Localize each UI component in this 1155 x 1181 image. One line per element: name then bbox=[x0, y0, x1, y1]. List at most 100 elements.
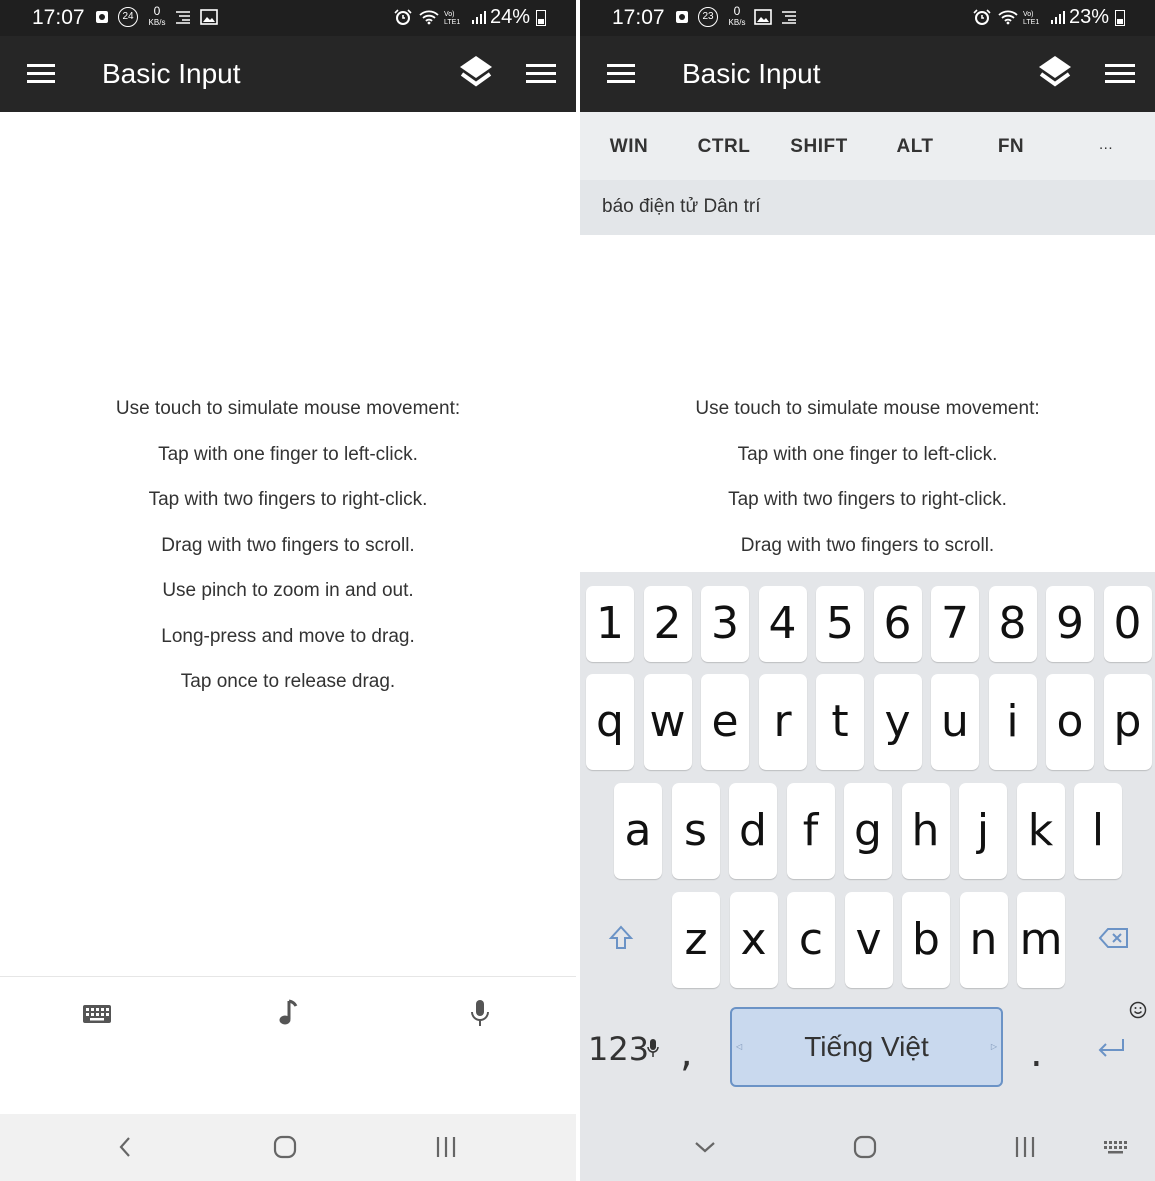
number-key-7[interactable]: 7 bbox=[931, 586, 979, 662]
instruction-line: Tap with two fingers to right-click. bbox=[728, 489, 1007, 510]
signal-icon: Vo)LTE1 bbox=[444, 11, 486, 25]
instruction-line: Use touch to simulate mouse movement: bbox=[115, 398, 461, 419]
phone-screen-right: 17:07 23 0 KB/s Vo) LTE1 23% Basic Input … bbox=[580, 0, 1155, 1181]
options-menu-icon[interactable] bbox=[1105, 64, 1135, 84]
letter-key-h[interactable]: h bbox=[901, 783, 950, 879]
back-icon[interactable] bbox=[110, 1132, 140, 1162]
letter-key-s[interactable]: s bbox=[671, 783, 720, 879]
enter-icon[interactable] bbox=[1095, 1036, 1127, 1062]
text-input-field[interactable]: báo điện tử Dân trí bbox=[580, 180, 1155, 235]
number-key-5[interactable]: 5 bbox=[816, 586, 864, 662]
music-note-icon[interactable] bbox=[268, 997, 308, 1029]
status-bar: 17:07 24 0 KB/s Vo) LTE1 24% bbox=[0, 0, 576, 36]
modifier-alt-button[interactable]: ALT bbox=[875, 136, 955, 158]
modifier-shift-button[interactable]: SHIFT bbox=[779, 136, 859, 158]
number-key-1[interactable]: 1 bbox=[586, 586, 634, 662]
numbers-key[interactable]: 123 bbox=[588, 1030, 649, 1068]
hamburger-menu-icon[interactable] bbox=[607, 64, 635, 84]
recents-icon[interactable] bbox=[1010, 1132, 1040, 1162]
number-key-9[interactable]: 9 bbox=[1046, 586, 1094, 662]
comma-key[interactable]: , bbox=[680, 1030, 693, 1076]
number-key-0[interactable]: 0 bbox=[1103, 586, 1152, 662]
letter-key-n[interactable]: n bbox=[959, 892, 1008, 988]
svg-text:LTE1: LTE1 bbox=[1023, 19, 1039, 25]
letter-key-k[interactable]: k bbox=[1016, 783, 1065, 879]
instruction-line: Drag with two fingers to scroll. bbox=[740, 534, 995, 556]
letter-key-t[interactable]: t bbox=[816, 674, 864, 770]
hamburger-menu-icon[interactable] bbox=[27, 64, 55, 84]
instruction-line: Use touch to simulate mouse movement: bbox=[695, 398, 1040, 419]
letter-key-c[interactable]: c bbox=[787, 892, 835, 988]
space-right-arrow-icon: ▷ bbox=[990, 1042, 997, 1051]
gallery-icon bbox=[200, 9, 218, 25]
microphone-icon[interactable] bbox=[460, 997, 500, 1029]
page-title: Basic Input bbox=[102, 58, 241, 89]
keyboard-icon[interactable] bbox=[77, 997, 117, 1029]
modifier-more-button[interactable]: ... bbox=[1066, 136, 1146, 153]
recents-icon[interactable] bbox=[431, 1132, 461, 1162]
layers-icon[interactable] bbox=[458, 54, 494, 92]
letter-key-w[interactable]: w bbox=[643, 674, 692, 770]
svg-text:LTE1: LTE1 bbox=[444, 19, 460, 25]
space-bar[interactable]: ◁ Tiếng Việt ▷ bbox=[730, 1007, 1003, 1087]
letter-key-j[interactable]: j bbox=[959, 783, 1007, 879]
gallery-icon bbox=[754, 9, 772, 25]
notification-count-badge: 24 bbox=[118, 7, 138, 27]
letter-key-g[interactable]: g bbox=[844, 783, 892, 879]
letter-key-e[interactable]: e bbox=[701, 674, 749, 770]
home-icon[interactable] bbox=[270, 1132, 300, 1162]
letter-key-v[interactable]: v bbox=[844, 892, 893, 988]
letter-key-p[interactable]: p bbox=[1103, 674, 1152, 770]
notification-square-icon bbox=[676, 11, 688, 23]
status-time: 17:07 bbox=[32, 6, 85, 29]
net-speed-unit: KB/s bbox=[728, 18, 746, 27]
number-key-2[interactable]: 2 bbox=[643, 586, 692, 662]
letter-key-d[interactable]: d bbox=[729, 783, 777, 879]
letter-key-o[interactable]: o bbox=[1046, 674, 1094, 770]
status-bar: 17:07 23 0 KB/s Vo) LTE1 23% bbox=[580, 0, 1155, 36]
instructions-list: Use touch to simulate mouse movement: Ta… bbox=[580, 386, 1155, 568]
letter-key-m[interactable]: m bbox=[1017, 892, 1065, 988]
letter-key-l[interactable]: l bbox=[1074, 783, 1122, 879]
letter-key-i[interactable]: i bbox=[988, 674, 1037, 770]
instruction-line: Use pinch to zoom in and out. bbox=[162, 580, 414, 601]
backspace-icon[interactable] bbox=[1098, 926, 1130, 950]
emoji-icon[interactable] bbox=[1128, 1000, 1148, 1020]
on-screen-keyboard: mnbvcxz lkjhgfdsa poiuytrewq 0987654321 123… bbox=[580, 572, 1155, 1114]
wifi-icon bbox=[998, 10, 1018, 25]
letter-key-q[interactable]: q bbox=[586, 674, 634, 770]
number-key-3[interactable]: 3 bbox=[701, 586, 749, 662]
notification-count-badge: 23 bbox=[698, 7, 718, 27]
hide-keyboard-icon[interactable] bbox=[690, 1132, 720, 1162]
letter-key-y[interactable]: y bbox=[873, 674, 922, 770]
number-key-4[interactable]: 4 bbox=[758, 586, 807, 662]
signal-icon: Vo)LTE1 bbox=[1023, 11, 1065, 25]
battery-icon bbox=[1115, 10, 1125, 26]
modifier-ctrl-button[interactable]: CTRL bbox=[684, 136, 764, 158]
letter-key-u[interactable]: u bbox=[931, 674, 979, 770]
letter-key-a[interactable]: a bbox=[614, 783, 662, 879]
period-key[interactable]: . bbox=[1030, 1030, 1043, 1076]
svg-text:Vo): Vo) bbox=[1023, 11, 1034, 18]
options-menu-icon[interactable] bbox=[526, 64, 556, 84]
letter-key-b[interactable]: b bbox=[902, 892, 950, 988]
letter-key-x[interactable]: x bbox=[729, 892, 778, 988]
alarm-icon bbox=[973, 9, 991, 25]
number-key-8[interactable]: 8 bbox=[988, 586, 1037, 662]
shift-icon[interactable] bbox=[607, 924, 635, 952]
letter-key-f[interactable]: f bbox=[786, 783, 835, 879]
letter-key-z[interactable]: z bbox=[672, 892, 720, 988]
battery-icon bbox=[536, 10, 546, 26]
keyboard-switch-icon[interactable] bbox=[1102, 1132, 1132, 1162]
number-key-6[interactable]: 6 bbox=[873, 586, 922, 662]
letter-key-r[interactable]: r bbox=[758, 674, 807, 770]
text-input-value: báo điện tử Dân trí bbox=[602, 196, 761, 217]
modifier-fn-button[interactable]: FN bbox=[971, 136, 1051, 158]
modifier-key-bar: WIN CTRL SHIFT ALT FN ... bbox=[580, 112, 1155, 180]
layers-icon[interactable] bbox=[1037, 54, 1073, 92]
instruction-line: Drag with two fingers to scroll. bbox=[161, 534, 415, 556]
instruction-line: Tap with one finger to left-click. bbox=[158, 443, 418, 465]
home-icon[interactable] bbox=[850, 1132, 880, 1162]
modifier-win-button[interactable]: WIN bbox=[589, 136, 669, 158]
notification-list-icon bbox=[176, 11, 190, 24]
